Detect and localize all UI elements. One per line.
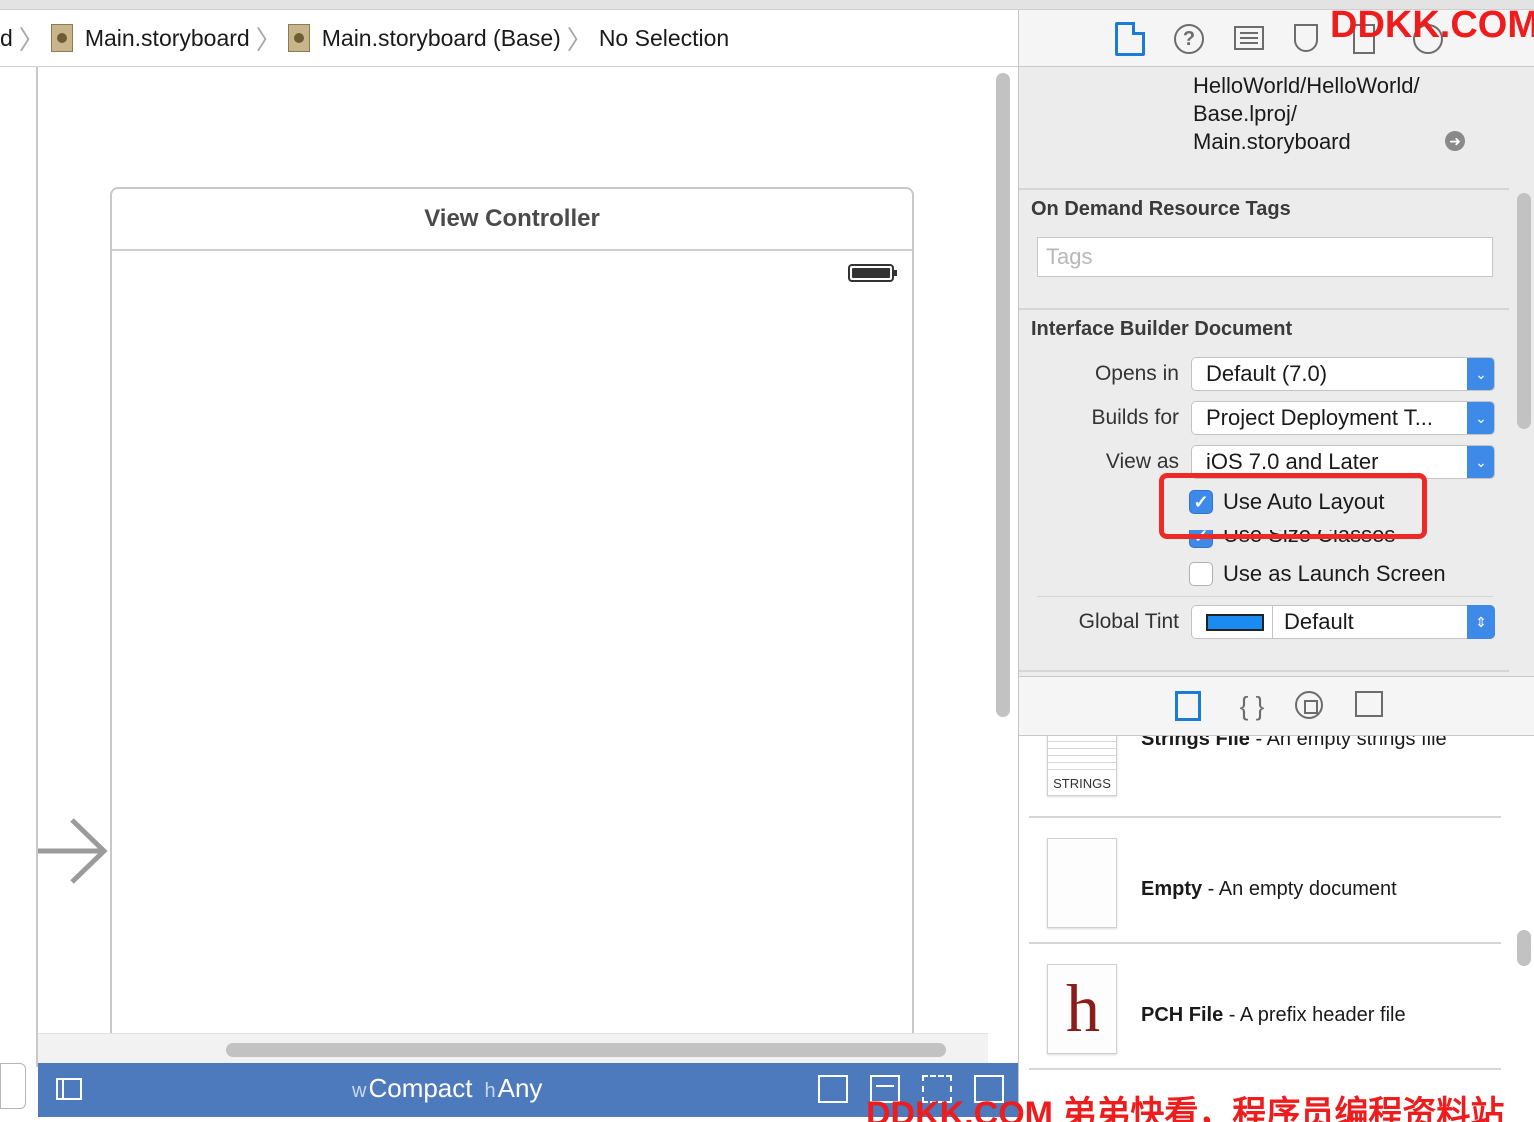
code-snippet-icon[interactable]: { } <box>1237 691 1267 721</box>
object-icon[interactable] <box>1295 691 1323 719</box>
path-line: Base.lproj/ <box>1193 101 1297 126</box>
header-file-icon: h <box>1047 964 1117 1054</box>
path-line: Main.storyboard <box>1193 129 1351 154</box>
opens-in-label: Opens in <box>1094 362 1179 385</box>
breadcrumb-item-selection[interactable]: No Selection <box>599 25 729 52</box>
global-tint-popup[interactable]: Default ⇕ <box>1191 605 1495 639</box>
library-scrollbar[interactable] <box>1517 930 1531 966</box>
entry-point-arrow-icon[interactable] <box>38 817 110 887</box>
divider <box>1029 1068 1501 1070</box>
item-name: PCH File <box>1141 1004 1224 1026</box>
media-icon[interactable] <box>1355 691 1383 717</box>
item-desc: - A prefix header file <box>1223 1004 1406 1026</box>
view-controller-scene[interactable]: View Controller <box>110 187 914 1047</box>
breadcrumb-item-storyboard-base[interactable]: Main.storyboard (Base) <box>322 25 561 52</box>
up-down-chevron-icon: ⇕ <box>1467 605 1495 639</box>
file-full-path: HelloWorld/HelloWorld/ Base.lproj/ Main.… <box>1193 72 1420 156</box>
strings-file-icon: STRINGS <box>1047 736 1117 796</box>
builds-for-value: Project Deployment T... <box>1206 405 1434 430</box>
on-demand-tags-title: On Demand Resource Tags <box>1031 198 1291 220</box>
watermark-top: DDKK.COM <box>1330 4 1534 46</box>
battery-icon <box>848 264 897 282</box>
section-divider <box>1019 308 1509 310</box>
library-item-desc: PCH File - A prefix header file <box>1141 1002 1481 1028</box>
attributes-icon[interactable] <box>1294 24 1318 52</box>
opens-in-value: Default (7.0) <box>1206 361 1328 386</box>
highlight-annotation <box>1159 473 1427 539</box>
inspector-scrollbar[interactable] <box>1517 193 1531 429</box>
breadcrumb: d 〉 Main.storyboard 〉 Main.storyboard (B… <box>0 10 1018 67</box>
chevron-down-icon: ⌄ <box>1467 358 1494 390</box>
storyboard-file-icon <box>287 24 310 52</box>
chevron-right-icon: 〉 <box>255 24 282 55</box>
library-tabs: { } <box>1019 676 1534 736</box>
scene-title[interactable]: View Controller <box>112 189 912 251</box>
file-icon[interactable] <box>1115 22 1145 56</box>
thumb-glyph: h <box>1066 970 1100 1046</box>
section-divider <box>1037 596 1493 597</box>
global-tint-label: Global Tint <box>1078 610 1179 633</box>
item-desc: - An empty strings file <box>1249 736 1447 750</box>
section-divider <box>1019 188 1509 190</box>
identity-icon[interactable] <box>1234 26 1264 50</box>
chevron-right-icon: 〉 <box>18 24 45 55</box>
help-icon[interactable]: ? <box>1174 24 1204 54</box>
height-class: Any <box>497 1073 543 1103</box>
item-name: Empty <box>1141 878 1203 900</box>
item-desc: - An empty document <box>1202 878 1397 900</box>
chevron-right-icon: 〉 <box>566 24 593 55</box>
chevron-down-icon: ⌄ <box>1467 402 1494 434</box>
builds-for-popup[interactable]: Project Deployment T... ⌄ <box>1191 401 1495 435</box>
use-launch-screen-label: Use as Launch Screen <box>1223 561 1446 586</box>
ib-document-title: Interface Builder Document <box>1031 318 1293 340</box>
builds-for-label: Builds for <box>1091 406 1179 429</box>
view-as-label: View as <box>1105 450 1179 473</box>
canvas-horizontal-scrollbar[interactable] <box>226 1043 946 1057</box>
item-name: Strings File <box>1141 736 1250 750</box>
height-prefix: h <box>484 1080 496 1102</box>
outline-divider <box>36 67 38 1067</box>
library-list: STRINGS Strings File - An empty strings … <box>1019 736 1534 1122</box>
list-item[interactable]: STRINGS Strings File - An empty strings … <box>1019 736 1509 818</box>
canvas-vertical-scrollbar[interactable] <box>996 73 1010 717</box>
list-item[interactable]: h PCH File - A prefix header file <box>1019 944 1509 1070</box>
checkbox-box[interactable] <box>1189 562 1213 586</box>
file-template-icon[interactable] <box>1175 691 1201 721</box>
size-class-selector[interactable]: w Compact h Any <box>352 1073 554 1104</box>
use-launch-screen-checkbox[interactable]: Use as Launch Screen <box>1189 561 1446 587</box>
document-outline-toggle-icon[interactable] <box>56 1078 82 1100</box>
view-as-value: iOS 7.0 and Later <box>1206 449 1379 474</box>
width-class: Compact <box>368 1073 473 1103</box>
outline-toggle-stub[interactable] <box>0 1063 26 1109</box>
utilities-inspector: ? HelloWorld/HelloWorld/ Base.lproj/ Mai… <box>1018 10 1534 1122</box>
width-prefix: w <box>352 1080 367 1102</box>
global-tint-value: Default <box>1284 609 1354 634</box>
tint-color-swatch[interactable] <box>1206 614 1264 631</box>
reveal-in-finder-icon[interactable]: ➜ <box>1445 131 1465 151</box>
empty-file-icon <box>1047 838 1117 928</box>
window-top-strip <box>0 0 1534 10</box>
breadcrumb-partial[interactable]: d <box>0 25 13 52</box>
chevron-down-icon: ⌄ <box>1467 446 1494 478</box>
stack-icon[interactable] <box>818 1075 848 1103</box>
section-divider <box>1019 670 1509 672</box>
path-line: HelloWorld/HelloWorld/ <box>1193 73 1420 98</box>
watermark-bottom: DDKK.COM 弟弟快看，程序员编程资料站 <box>866 1095 1505 1122</box>
opens-in-popup[interactable]: Default (7.0) ⌄ <box>1191 357 1495 391</box>
storyboard-file-icon <box>50 24 73 52</box>
thumb-tag: STRINGS <box>1048 776 1116 791</box>
breadcrumb-item-storyboard[interactable]: Main.storyboard <box>85 25 250 52</box>
list-item[interactable]: Empty - An empty document <box>1019 818 1509 944</box>
tags-input[interactable] <box>1037 237 1493 277</box>
separator <box>1272 606 1273 638</box>
library-item-desc: Empty - An empty document <box>1141 876 1481 902</box>
storyboard-canvas[interactable]: View Controller <box>0 67 1018 1067</box>
library-item-desc: Strings File - An empty strings file <box>1141 736 1481 752</box>
